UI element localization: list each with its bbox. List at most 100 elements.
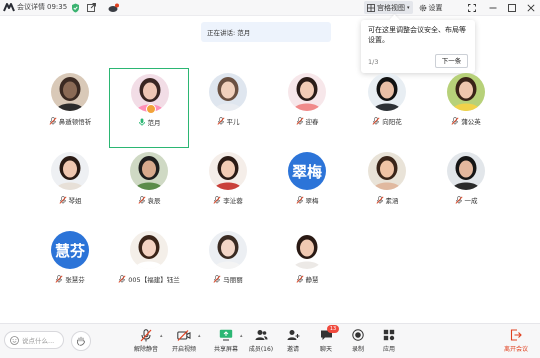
minimize-icon[interactable] (487, 1, 499, 14)
gallery-view-button[interactable]: 宫格视图 ▾ (364, 1, 413, 14)
avatar (209, 231, 247, 269)
participant-name: 李沚蓉 (223, 197, 243, 205)
tooltip-message: 可在这里调整会议安全、布局等设置。 (368, 26, 466, 44)
participant-name: 翠梅 (305, 197, 319, 205)
avatar (130, 152, 168, 190)
mic-muted-icon (295, 117, 304, 125)
next-tip-button[interactable]: 下一条 (435, 54, 468, 68)
avatar (51, 73, 89, 111)
gallery-view-label: 宫格视图 (377, 3, 405, 12)
participant-name-row: 005【福建】钰兰 (109, 274, 189, 284)
participant-tile[interactable]: 袁辰 (109, 147, 189, 227)
participant-photo (209, 231, 247, 269)
avatar: 慧芬 (51, 231, 89, 269)
emoji-icon (10, 335, 19, 345)
share-link-icon[interactable] (86, 2, 97, 13)
participant-tile[interactable]: 琴姐 (30, 147, 110, 227)
participant-name-row: 一成 (426, 195, 506, 205)
video-off-icon (177, 329, 191, 341)
chat-button[interactable]: 13 聊天 (308, 325, 344, 353)
participant-name-row: 平儿 (188, 116, 268, 126)
fullscreen-icon[interactable] (466, 1, 478, 14)
hand-icon (77, 336, 85, 346)
participant-photo (368, 73, 406, 111)
participant-tile[interactable]: 一成 (426, 147, 506, 227)
mic-muted-icon (454, 196, 463, 204)
settings-button[interactable]: 设置 (416, 1, 446, 14)
share-screen-button[interactable]: 共享屏幕 (208, 328, 244, 353)
participant-name: 平儿 (226, 118, 240, 126)
settings-label: 设置 (428, 3, 443, 12)
participant-name: 马丽丽 (223, 276, 243, 284)
participant-tile[interactable]: 李沚蓉 (188, 147, 268, 227)
mic-muted-icon (295, 275, 304, 283)
participant-name: 张慧芬 (65, 276, 85, 284)
participant-tile[interactable]: 静慧 (267, 226, 347, 306)
participant-photo (209, 73, 247, 111)
avatar (209, 152, 247, 190)
record-icon (352, 329, 364, 341)
start-video-button[interactable]: 开启视频 (166, 328, 202, 353)
maximize-icon[interactable] (506, 1, 518, 14)
avatar (288, 231, 326, 269)
mic-muted-icon (451, 117, 459, 125)
participant-tile[interactable]: 蒲公英 (426, 68, 506, 148)
participant-photo (209, 152, 247, 190)
participant-name-row: 迎春 (267, 116, 347, 126)
avatar (368, 152, 406, 190)
participant-name-row: 蒲公英 (426, 116, 506, 126)
participant-name-row: 素涵 (347, 195, 427, 205)
avatar (130, 231, 168, 269)
participant-photo (130, 231, 168, 269)
mic-muted-icon (375, 196, 384, 204)
unread-count-badge: 13 (327, 325, 339, 333)
participant-tile[interactable]: 005【福建】钰兰 (109, 226, 189, 306)
title-bar: 会议详情 09:35 宫格视图 ▾ 设置 (0, 0, 540, 16)
active-speaker-banner: 正在讲话: 范月 (201, 22, 331, 42)
close-icon[interactable] (525, 1, 537, 14)
participant-tile[interactable]: 马丽丽 (188, 226, 268, 306)
meeting-time: 09:35 (47, 3, 68, 11)
participant-name: 素涵 (385, 197, 399, 205)
quick-chat-placeholder: 说点什么... (22, 337, 55, 345)
members-label: 成员(16) (248, 346, 274, 353)
participant-tile[interactable]: 向阳花 (347, 68, 427, 148)
shield-icon[interactable] (70, 2, 81, 13)
participant-tile[interactable]: 迎春 (267, 68, 347, 148)
participant-name-row: 鼻遁顿悟祈 (30, 116, 110, 126)
view-controls: 宫格视图 ▾ 设置 (364, 1, 446, 14)
unmute-button[interactable]: 解除静音 (128, 328, 164, 353)
participant-tile[interactable]: 鼻遁顿悟祈 (30, 68, 110, 148)
meeting-details-button[interactable]: 会议详情 (17, 2, 45, 13)
raise-hand-button[interactable] (71, 331, 91, 351)
avatar (51, 152, 89, 190)
participant-tile[interactable]: 素涵 (347, 147, 427, 227)
participant-tile[interactable]: 慧芬张慧芬 (30, 226, 110, 306)
participant-photo (288, 231, 326, 269)
participant-photo (51, 152, 89, 190)
participant-tile[interactable]: 平儿 (188, 68, 268, 148)
participant-tile[interactable]: 翠梅 翠梅 (267, 147, 347, 227)
chevron-up-icon[interactable]: ▴ (198, 333, 201, 339)
participant-photo (447, 73, 485, 111)
invite-button[interactable]: 邀请 (275, 328, 311, 353)
unmute-label: 解除静音 (133, 346, 158, 353)
mic-speaking-icon (138, 118, 145, 126)
participant-name-row: 袁辰 (109, 195, 189, 205)
apps-button[interactable]: 应用 (371, 328, 407, 353)
mic-muted-icon (58, 196, 67, 204)
chevron-up-icon[interactable]: ▴ (160, 333, 163, 339)
mic-muted-icon (55, 275, 63, 283)
host-badge-icon (146, 104, 156, 114)
mic-muted-icon (118, 275, 126, 283)
mic-muted-icon (295, 196, 304, 204)
onboarding-tooltip: 可在这里调整会议安全、布局等设置。 1/3 下一条 (361, 20, 475, 73)
quick-chat-input[interactable]: 说点什么... (4, 331, 64, 349)
mic-muted-icon (213, 196, 221, 204)
network-signal-icon[interactable] (108, 2, 119, 13)
participant-photo (368, 152, 406, 190)
members-button[interactable]: 成员(16) (243, 328, 279, 353)
leave-meeting-button[interactable]: 离开会议 (498, 328, 534, 353)
participant-name: 迎春 (305, 118, 319, 126)
participant-tile[interactable]: 范月 (109, 68, 189, 148)
